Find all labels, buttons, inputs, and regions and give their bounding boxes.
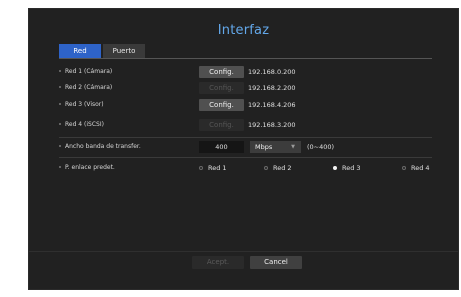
radio-red1[interactable]: Red 1 xyxy=(199,162,227,174)
chevron-down-icon: ▼ xyxy=(291,144,295,150)
radio-label: Red 3 xyxy=(342,164,361,172)
radio-circle-icon xyxy=(199,166,203,170)
bullet-icon xyxy=(59,86,61,88)
network-label: Red 2 (Cámara) xyxy=(65,84,113,91)
network-label: Red 1 (Cámara) xyxy=(65,68,113,75)
bullet-icon xyxy=(59,103,61,105)
bandwidth-input[interactable]: 400 xyxy=(199,141,244,153)
config-button-red4: Config. xyxy=(199,119,244,131)
bullet-icon xyxy=(59,70,61,72)
bullet-icon xyxy=(59,145,61,147)
config-button-red3[interactable]: Config. xyxy=(199,99,244,111)
default-link-row: P. enlace predet. Red 1 Red 2 Red 3 Red … xyxy=(59,162,439,174)
tab-red[interactable]: Red xyxy=(59,44,101,58)
accept-button: Acept. xyxy=(192,256,244,269)
tab-bar: Red Puerto xyxy=(59,44,147,58)
config-button-red2: Config. xyxy=(199,82,244,94)
default-link-label: P. enlace predet. xyxy=(65,164,115,171)
radio-label: Red 1 xyxy=(208,164,227,172)
radio-label: Red 4 xyxy=(411,164,430,172)
radio-circle-icon xyxy=(264,166,268,170)
bullet-icon xyxy=(59,123,61,125)
network-label: Red 4 (iSCSI) xyxy=(65,121,104,128)
section-divider xyxy=(59,137,432,138)
radio-red3[interactable]: Red 3 xyxy=(333,162,361,174)
footer-divider xyxy=(29,251,458,252)
ip-address: 192.168.3.200 xyxy=(248,121,296,129)
tab-divider xyxy=(59,58,432,59)
radio-red4[interactable]: Red 4 xyxy=(402,162,430,174)
bandwidth-unit-value: Mbps xyxy=(255,143,273,151)
bandwidth-label: Ancho banda de transfer. xyxy=(65,143,141,150)
tab-puerto[interactable]: Puerto xyxy=(103,44,145,58)
radio-label: Red 2 xyxy=(273,164,292,172)
radio-red2[interactable]: Red 2 xyxy=(264,162,292,174)
cancel-button[interactable]: Cancel xyxy=(250,256,302,269)
radio-selected-icon xyxy=(333,166,337,170)
section-divider xyxy=(59,157,432,158)
network-label: Red 3 (Visor) xyxy=(65,101,104,108)
ip-address: 192.168.2.200 xyxy=(248,84,296,92)
ip-address: 192.168.4.206 xyxy=(248,101,296,109)
config-button-red1[interactable]: Config. xyxy=(199,66,244,78)
dialog-title: Interfaz xyxy=(217,23,270,38)
bullet-icon xyxy=(59,166,61,168)
radio-circle-icon xyxy=(402,166,406,170)
bandwidth-range: (0~400) xyxy=(307,143,335,151)
ip-address: 192.168.0.200 xyxy=(248,68,296,76)
interface-dialog: Interfaz Red Puerto Red 1 (Cámara) Confi… xyxy=(28,8,459,290)
bandwidth-unit-select[interactable]: Mbps ▼ xyxy=(250,141,301,153)
